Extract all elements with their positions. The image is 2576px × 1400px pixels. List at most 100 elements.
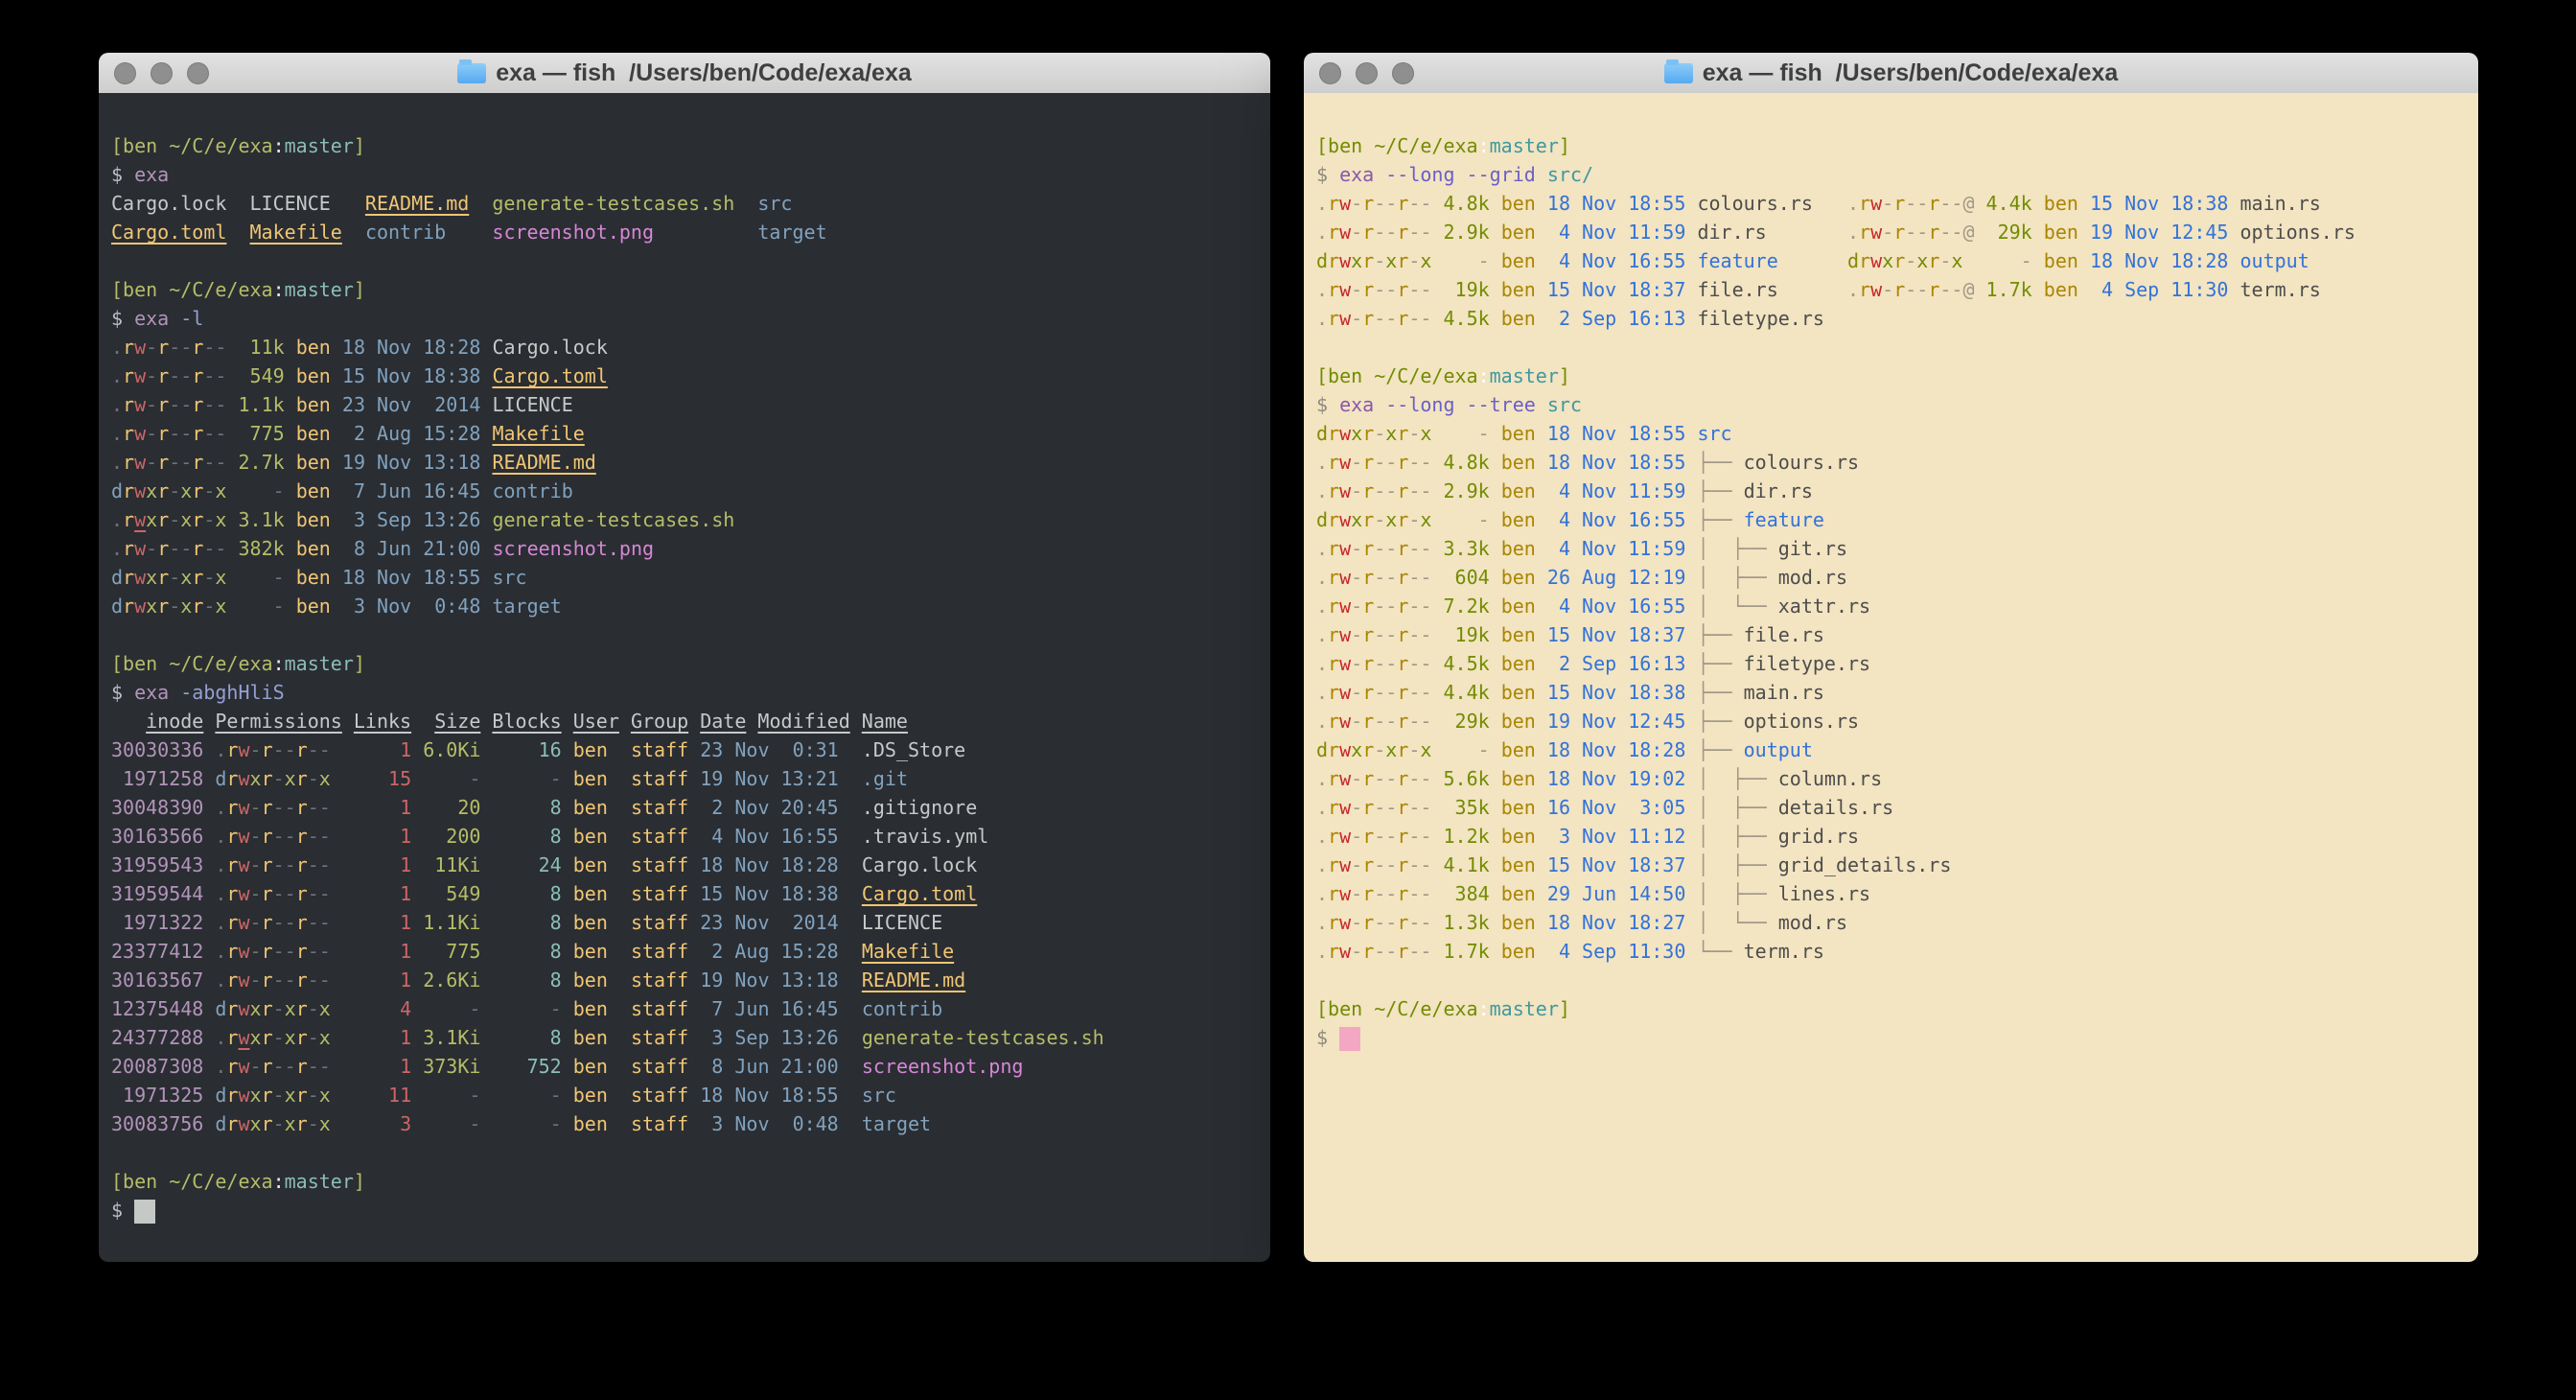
terminal-line: .rw-r--r-- 4.8k ben 18 Nov 18:55 ├── col… bbox=[1316, 448, 2471, 477]
text-segment: src bbox=[862, 1084, 896, 1107]
text-segment: [ben ~/C/e/exa bbox=[111, 652, 273, 675]
minimize-button[interactable] bbox=[1356, 62, 1378, 84]
text-segment: 30083756 bbox=[111, 1112, 203, 1135]
zoom-button[interactable] bbox=[1392, 62, 1414, 84]
permission-char: x bbox=[1420, 422, 1431, 445]
text-segment: grid_details.rs bbox=[1778, 853, 1952, 876]
permission-char: w bbox=[134, 508, 146, 531]
text-segment: │ ├── bbox=[1697, 767, 1777, 790]
permission-char: . bbox=[1316, 940, 1328, 963]
text-segment: 1 bbox=[354, 882, 411, 905]
permission-char: r bbox=[192, 508, 203, 531]
text-segment: .gitignore bbox=[862, 796, 977, 819]
permission-char: r bbox=[157, 479, 169, 502]
permission-char: - bbox=[1408, 192, 1420, 215]
text-segment: - bbox=[492, 767, 561, 790]
permission-char: r bbox=[1362, 738, 1374, 761]
minimize-button[interactable] bbox=[151, 62, 173, 84]
permission-char: r bbox=[1397, 566, 1408, 589]
permission-char: r bbox=[262, 1055, 273, 1078]
titlebar-left[interactable]: exa — fish /Users/ben/Code/exa/exa bbox=[99, 53, 1270, 94]
terminal-line: .rw-r--r-- 4.5k ben 2 Sep 16:13 ├── file… bbox=[1316, 649, 2471, 678]
text-segment: 24377288 bbox=[111, 1026, 203, 1049]
text-segment: 3.1k bbox=[226, 508, 284, 531]
text-segment: ben staff bbox=[573, 1084, 688, 1107]
text-segment: 4.8k bbox=[1431, 451, 1489, 474]
permission-char: - bbox=[215, 537, 226, 560]
terminal-line: $ exa bbox=[111, 160, 1263, 189]
permission-char: x bbox=[319, 997, 331, 1020]
permission-char: r bbox=[226, 997, 238, 1020]
permission-char: w bbox=[1339, 767, 1351, 790]
permission-char: r bbox=[296, 825, 308, 848]
permission-char: - bbox=[250, 853, 262, 876]
permission-char: - bbox=[308, 911, 319, 934]
terminal-line: 1971258 drwxr-xr-x 15 - - ben staff 19 N… bbox=[111, 764, 1263, 793]
permission-char: - bbox=[1905, 221, 1916, 244]
text-segment: main.rs bbox=[2240, 192, 2321, 215]
terminal-line: [ben ~/C/e/exa:master] bbox=[1316, 994, 2471, 1023]
close-button[interactable] bbox=[1319, 62, 1341, 84]
folder-proxy-icon[interactable] bbox=[1664, 63, 1693, 83]
text-segment: Size bbox=[434, 710, 480, 733]
text-segment: - bbox=[1431, 422, 1489, 445]
text-segment bbox=[1685, 940, 1697, 963]
text-segment: - bbox=[492, 1084, 561, 1107]
permission-char: - bbox=[1374, 882, 1385, 905]
permission-char: r bbox=[1362, 940, 1374, 963]
permission-char: @ bbox=[1962, 192, 1974, 215]
text-segment: 18 Nov 18:55 bbox=[1536, 192, 1686, 215]
permission-char: x bbox=[146, 595, 157, 618]
text-segment: 12375448 bbox=[111, 997, 203, 1020]
text-segment bbox=[203, 911, 215, 934]
permission-char: - bbox=[1374, 825, 1385, 848]
text-segment: Links bbox=[354, 710, 411, 733]
terminal-line: [ben ~/C/e/exa:master] bbox=[111, 275, 1263, 304]
terminal-line: 20087308 .rw-r--r-- 1 373Ki 752 ben staf… bbox=[111, 1052, 1263, 1081]
text-segment: 2.7k bbox=[226, 451, 284, 474]
permission-char: r bbox=[123, 451, 134, 474]
text-segment bbox=[688, 796, 700, 819]
zoom-button[interactable] bbox=[187, 62, 209, 84]
folder-proxy-icon[interactable] bbox=[457, 63, 486, 83]
terminal-output-left[interactable]: [ben ~/C/e/exa:master]$ exaCargo.lock LI… bbox=[99, 93, 1270, 1262]
terminal-window-right[interactable]: exa — fish /Users/ben/Code/exa/exa [ben … bbox=[1304, 53, 2478, 1262]
text-segment bbox=[1685, 796, 1697, 819]
text-segment bbox=[480, 336, 492, 359]
text-segment bbox=[411, 1112, 423, 1135]
terminal-line: Cargo.toml Makefile contrib screenshot.p… bbox=[111, 218, 1263, 246]
close-button[interactable] bbox=[114, 62, 136, 84]
titlebar-right[interactable]: exa — fish /Users/ben/Code/exa/exa bbox=[1304, 53, 2478, 94]
text-segment: exa bbox=[134, 681, 169, 704]
text-segment: Cargo.lock bbox=[862, 853, 977, 876]
text-segment bbox=[469, 192, 492, 215]
text-segment: ├── bbox=[1697, 479, 1743, 502]
terminal-line: .rw-r--r-- 2.9k ben 4 Nov 11:59 ├── dir.… bbox=[1316, 477, 2471, 505]
text-segment bbox=[688, 738, 700, 761]
text-segment: 2 Aug 15:28 bbox=[331, 422, 481, 445]
traffic-lights bbox=[1319, 53, 1414, 93]
text-segment: 3 Nov 0:48 bbox=[331, 595, 481, 618]
text-segment: 18 Nov 18:28 bbox=[700, 853, 839, 876]
permission-char: r bbox=[1328, 537, 1339, 560]
text-segment: 23 Nov 0:31 bbox=[700, 738, 839, 761]
text-segment: Permissions bbox=[215, 710, 341, 733]
permission-char: r bbox=[192, 537, 203, 560]
permission-char: w bbox=[1339, 479, 1351, 502]
permission-char: x bbox=[285, 1026, 296, 1049]
permission-char: - bbox=[308, 882, 319, 905]
permission-char: - bbox=[1408, 853, 1420, 876]
permission-char: r bbox=[1928, 249, 1939, 272]
terminal-line bbox=[1316, 966, 2471, 994]
permission-char: r bbox=[226, 911, 238, 934]
permission-char: - bbox=[180, 364, 192, 387]
text-segment: ben bbox=[1490, 767, 1536, 790]
permission-char: r bbox=[1893, 221, 1905, 244]
permission-char: - bbox=[308, 796, 319, 819]
text-segment bbox=[411, 968, 423, 992]
terminal-output-right[interactable]: [ben ~/C/e/exa:master]$ exa --long --gri… bbox=[1304, 93, 2478, 1262]
text-segment: 30048390 bbox=[111, 796, 203, 819]
text-segment: lines.rs bbox=[1778, 882, 1870, 905]
terminal-window-left[interactable]: exa — fish /Users/ben/Code/exa/exa [ben … bbox=[99, 53, 1270, 1262]
permission-char: w bbox=[238, 940, 249, 963]
